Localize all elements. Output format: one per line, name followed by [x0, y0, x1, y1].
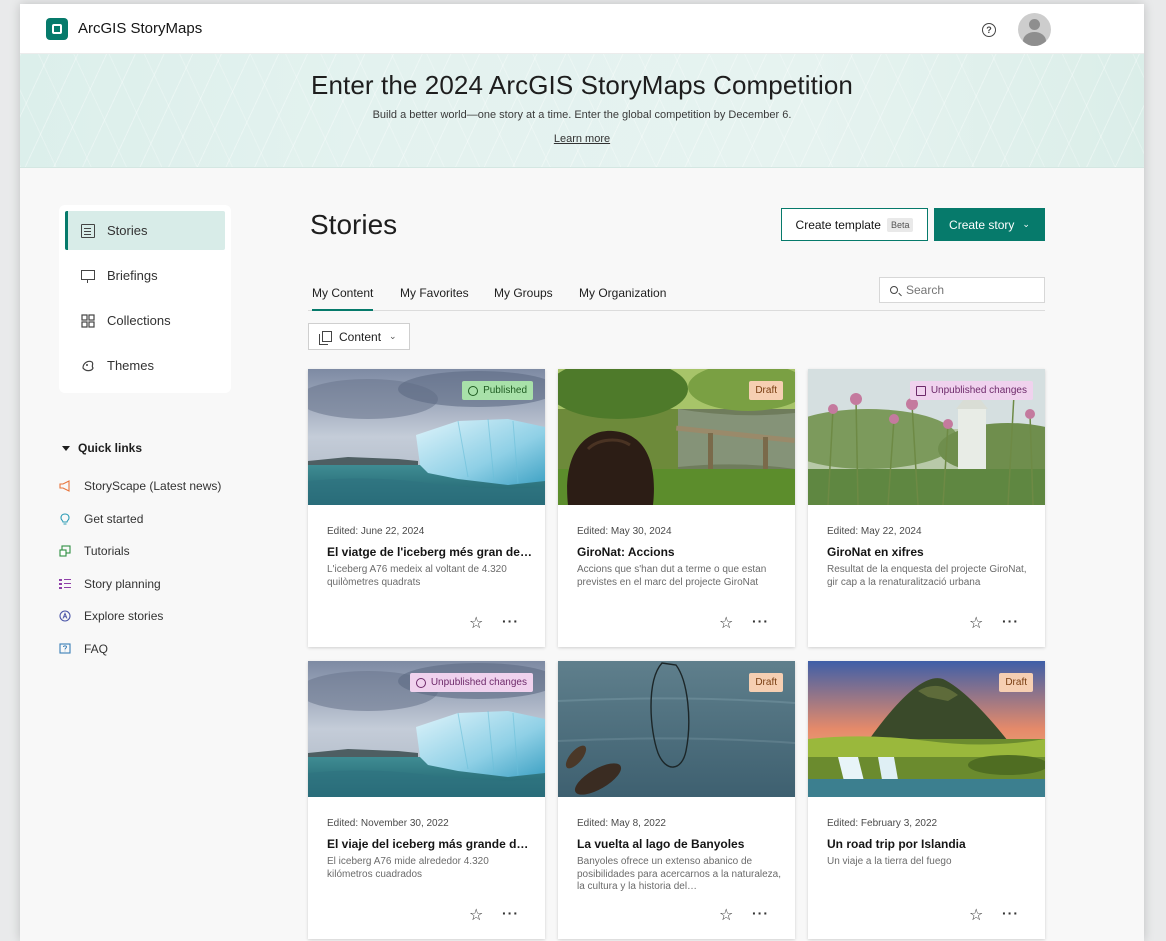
unpublished-changes-icon — [415, 677, 426, 688]
status-badge: Unpublished changes — [409, 673, 533, 692]
checklist-icon — [59, 578, 71, 590]
more-options-icon[interactable]: ··· — [752, 613, 769, 629]
content-type-icon — [319, 331, 332, 345]
story-card[interactable]: Draft Edited: May 30, 2024 GiroNat: Acci… — [558, 369, 795, 647]
story-description: Resultat de la enquesta del projecte Gir… — [827, 564, 1027, 588]
story-description: L'iceberg A76 medeix al voltant de 4.320… — [327, 564, 507, 588]
app-window: ArcGIS StoryMaps ? Enter the 2024 ArcGIS… — [20, 4, 1144, 941]
unpublished-changes-icon — [915, 385, 926, 396]
tab-my-groups[interactable]: My Groups — [494, 286, 553, 311]
quick-link-story-planning[interactable]: Story planning — [59, 568, 221, 601]
tab-my-organization[interactable]: My Organization — [579, 286, 666, 311]
quick-link-tutorials[interactable]: Tutorials — [59, 535, 221, 568]
sidebar-item-label: Collections — [107, 313, 171, 328]
status-badge: Draft — [749, 381, 783, 400]
favorite-star-icon[interactable]: ☆ — [719, 908, 733, 924]
sidebar-nav: Stories Briefings Collections Themes — [59, 205, 231, 393]
status-badge: Published — [462, 381, 533, 400]
quick-link-storyscape[interactable]: StoryScape (Latest news) — [59, 470, 221, 503]
edited-date: Edited: May 30, 2024 — [577, 526, 672, 537]
more-options-icon[interactable]: ··· — [1002, 613, 1019, 629]
story-description: Banyoles ofrece un extenso abanico de po… — [577, 856, 782, 892]
sidebar-item-stories[interactable]: Stories — [65, 211, 225, 250]
sidebar-item-label: Themes — [107, 358, 154, 373]
story-title[interactable]: La vuelta al lago de Banyoles — [577, 837, 782, 851]
chevron-down-icon: ⌄ — [1022, 219, 1030, 229]
favorite-star-icon[interactable]: ☆ — [469, 616, 483, 632]
edited-date: Edited: May 22, 2024 — [827, 526, 922, 537]
quick-links-list: StoryScape (Latest news) Get started Tut… — [59, 470, 221, 665]
sidebar-item-briefings[interactable]: Briefings — [65, 256, 225, 295]
edited-date: Edited: May 8, 2022 — [577, 818, 666, 829]
banner-subtitle: Build a better world—one story at a time… — [372, 109, 792, 121]
story-card[interactable]: Unpublished changes Edited: November 30,… — [308, 661, 545, 939]
create-story-button[interactable]: Create story ⌄ — [934, 208, 1045, 241]
lightbulb-icon — [59, 513, 71, 525]
edited-date: Edited: November 30, 2022 — [327, 818, 449, 829]
published-icon — [468, 385, 479, 396]
tab-my-favorites[interactable]: My Favorites — [400, 286, 469, 311]
more-options-icon[interactable]: ··· — [752, 905, 769, 921]
beta-badge: Beta — [886, 217, 914, 232]
create-template-button[interactable]: Create template Beta — [781, 208, 928, 241]
story-description: El iceberg A76 mide alrededor 4.320 kiló… — [327, 856, 489, 880]
search-box[interactable] — [879, 277, 1045, 303]
tutorial-icon — [59, 545, 71, 557]
app-title[interactable]: ArcGIS StoryMaps — [78, 20, 202, 37]
quick-link-explore-stories[interactable]: Explore stories — [59, 600, 221, 633]
more-options-icon[interactable]: ··· — [502, 613, 519, 629]
grid-icon — [81, 313, 95, 328]
story-description: Accions que s'han dut a terme o que esta… — [577, 564, 767, 588]
story-card[interactable]: Published Edited: June 22, 2024 El viatg… — [308, 369, 545, 647]
edited-date: Edited: June 22, 2024 — [327, 526, 425, 537]
explore-icon — [59, 610, 71, 622]
page-title: Stories — [310, 209, 398, 240]
status-badge: Draft — [999, 673, 1033, 692]
quick-link-faq[interactable]: FAQ — [59, 633, 221, 666]
story-card[interactable]: Unpublished changes Edited: May 22, 2024… — [808, 369, 1045, 647]
story-title[interactable]: Un road trip por Islandia — [827, 837, 1032, 851]
help-icon[interactable]: ? — [982, 23, 996, 37]
quick-links-toggle[interactable]: Quick links — [62, 441, 142, 455]
favorite-star-icon[interactable]: ☆ — [469, 908, 483, 924]
status-badge: Draft — [749, 673, 783, 692]
palette-icon — [81, 359, 95, 373]
story-title[interactable]: GiroNat: Accions — [577, 545, 782, 559]
chevron-down-icon: ⌄ — [389, 331, 397, 341]
more-options-icon[interactable]: ··· — [502, 905, 519, 921]
faq-icon — [59, 643, 71, 655]
story-title[interactable]: El viaje del iceberg más grande del mund… — [327, 837, 532, 851]
search-input[interactable] — [906, 283, 1026, 297]
status-badge: Unpublished changes — [909, 381, 1033, 400]
tab-my-content[interactable]: My Content — [312, 286, 374, 311]
story-title[interactable]: GiroNat en xifres — [827, 545, 1032, 559]
avatar[interactable] — [1018, 13, 1051, 46]
sidebar-item-themes[interactable]: Themes — [65, 346, 225, 385]
favorite-star-icon[interactable]: ☆ — [969, 616, 983, 632]
story-card[interactable]: Draft Edited: May 8, 2022 La vuelta al l… — [558, 661, 795, 939]
document-icon — [81, 223, 95, 238]
search-icon — [890, 286, 898, 294]
sidebar-item-label: Briefings — [107, 268, 158, 283]
content-filter-dropdown[interactable]: Content ⌄ — [308, 323, 410, 350]
favorite-star-icon[interactable]: ☆ — [719, 616, 733, 632]
learn-more-link[interactable]: Learn more — [554, 133, 610, 145]
sidebar-item-collections[interactable]: Collections — [65, 301, 225, 340]
caret-down-icon — [62, 446, 70, 452]
top-bar: ArcGIS StoryMaps ? — [20, 4, 1144, 54]
banner-title: Enter the 2024 ArcGIS StoryMaps Competit… — [311, 70, 853, 100]
presentation-icon — [81, 269, 95, 283]
story-card[interactable]: Draft Edited: February 3, 2022 Un road t… — [808, 661, 1045, 939]
favorite-star-icon[interactable]: ☆ — [969, 908, 983, 924]
edited-date: Edited: February 3, 2022 — [827, 818, 938, 829]
competition-banner: Enter the 2024 ArcGIS StoryMaps Competit… — [20, 54, 1144, 168]
story-title[interactable]: El viatge de l'iceberg més gran del món — [327, 545, 532, 559]
storymaps-logo-icon[interactable] — [46, 17, 68, 40]
more-options-icon[interactable]: ··· — [1002, 905, 1019, 921]
megaphone-icon — [59, 480, 71, 493]
story-description: Un viaje a la tierra del fuego — [827, 856, 952, 867]
quick-link-get-started[interactable]: Get started — [59, 503, 221, 536]
sidebar-item-label: Stories — [107, 223, 148, 238]
